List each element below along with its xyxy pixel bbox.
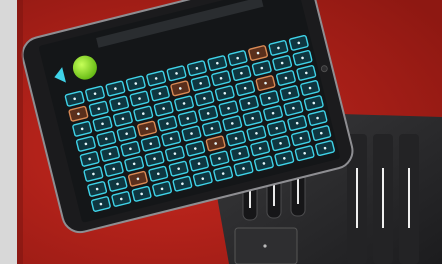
- scene-photo: [17, 0, 442, 264]
- ribbon-light: [382, 168, 384, 228]
- ribbon-light: [356, 168, 358, 228]
- controller-pad-dot: [263, 244, 267, 248]
- left-edge-shadow: [17, 0, 23, 264]
- ribbon-light: [408, 168, 410, 228]
- photo-frame: [17, 0, 442, 264]
- ribbon-group: [347, 134, 419, 264]
